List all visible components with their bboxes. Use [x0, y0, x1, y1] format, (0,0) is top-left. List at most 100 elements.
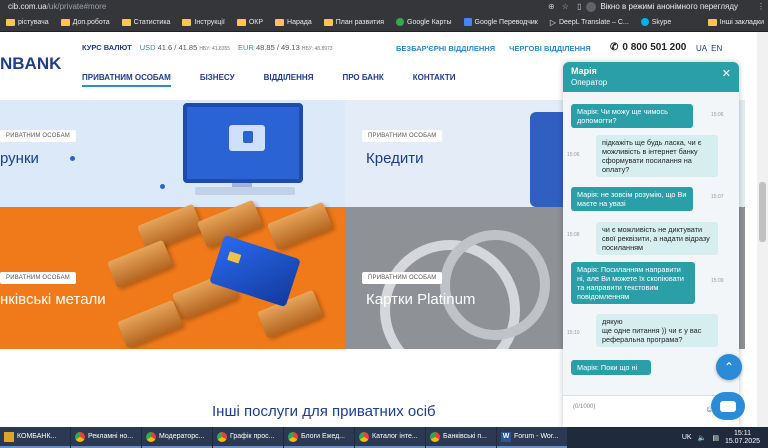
taskbar-item[interactable]: Блоги Ежед... [284, 427, 354, 448]
scroll-down-button[interactable]: ⌃ [716, 354, 742, 380]
other-bookmarks[interactable]: Інші закладки [702, 18, 768, 26]
bookmark-item[interactable]: Google Карты [390, 18, 457, 26]
bookmark-label: Google Переводчик [474, 18, 538, 26]
folder-icon [60, 18, 70, 26]
maps-icon [396, 18, 405, 26]
url-field[interactable]: cib.com.ua/uk/private#more [0, 2, 544, 11]
bookmark-label: DeepL Translate – С... [558, 18, 629, 26]
message-text: Марія: Чи можу ще чимось допомогти? [577, 107, 668, 125]
chat-widget: Марія Оператор ✕ Марія: Чи можу ще чимос… [563, 62, 739, 427]
other-bookmarks-label: Інші закладки [719, 18, 764, 26]
lang-en[interactable]: EN [711, 44, 722, 53]
close-icon[interactable]: ✕ [722, 67, 731, 80]
nav-business[interactable]: БІЗНЕСУ [200, 73, 235, 87]
bookmark-label: Доп.робота [72, 18, 110, 26]
scrollbar-thumb[interactable] [759, 182, 766, 242]
tile-title: нківські метали [0, 291, 106, 308]
eur-value: 48.85 / 49.13 [255, 43, 300, 52]
incognito-indicator[interactable]: Вікно в режимі анонімного перегляду [586, 1, 738, 12]
folder-icon [182, 18, 192, 26]
star-icon[interactable]: ☆ [558, 2, 572, 11]
browser-address-bar[interactable]: cib.com.ua/uk/private#more ⊕ ☆ ▯ Вікно в… [0, 0, 768, 13]
bookmark-item[interactable]: Статистика [116, 18, 177, 26]
sidebar-icon[interactable]: ▯ [572, 2, 586, 11]
tile-category-pill: ПРИВАТНИМ ОСОБАМ [362, 272, 443, 284]
taskbar-label: Рекламні но... [88, 433, 134, 440]
chat-message-user: дякую ще одне питання )) чи є у вас рефе… [596, 314, 718, 347]
lang-ua[interactable]: UA [696, 44, 707, 53]
taskbar-label: Блоги Ежед... [301, 433, 345, 440]
menu-icon[interactable]: ⋮ [754, 2, 768, 11]
bookmark-item[interactable]: Google Переводчик [458, 18, 544, 26]
network-icon[interactable]: ▤ [712, 434, 719, 442]
message-time: 15:10 [567, 330, 580, 336]
taskbar-label: Графік прос... [230, 433, 275, 440]
chat-message-operator: Марія: Поки що ні [571, 360, 651, 375]
bookmark-item[interactable]: рістувача [0, 18, 55, 26]
input-language[interactable]: UK [682, 434, 692, 441]
taskbar-item[interactable]: Модераторс... [142, 427, 212, 448]
duty-branches-link[interactable]: ЧЕРГОВІ ВІДДІЛЕННЯ [509, 44, 591, 53]
translate-icon [463, 18, 472, 26]
bookmark-item[interactable]: Інструкції [176, 18, 230, 26]
taskbar-label: КОМБАНК... [17, 433, 57, 440]
chat-message-user: підкажіть ще будь ласка, чи є можливість… [596, 135, 718, 177]
nav-contacts[interactable]: КОНТАКТИ [413, 73, 456, 87]
bookmark-label: Статистика [133, 18, 171, 26]
phone-number[interactable]: ✆ 0 800 501 200 [610, 42, 686, 53]
chrome-shape [440, 230, 550, 340]
bookmark-item[interactable]: План развития [318, 18, 390, 26]
nav-branches[interactable]: ВІДДІЛЕННЯ [264, 73, 314, 87]
message-time: 15:06 [567, 152, 580, 158]
taskbar-label: Forum - Wor... [514, 433, 559, 440]
bookmark-item[interactable]: Skype [635, 18, 677, 26]
logo-text: NBANK [0, 54, 62, 73]
message-time: 15:07 [711, 194, 724, 200]
top-links: БЕЗБАР'ЄРНІ ВІДДІЛЕННЯ ЧЕРГОВІ ВІДДІЛЕНН… [396, 44, 591, 53]
exchange-rates: КУРС ВАЛЮТ USD 41.6 / 41.85 НБУ: 41.8355… [82, 43, 333, 52]
chat-messages: Марія: Чи можу ще чимось допомогти? 15:0… [563, 92, 739, 395]
bookmark-label: Skype [651, 18, 672, 26]
barrier-free-branches-link[interactable]: БЕЗБАР'ЄРНІ ВІДДІЛЕННЯ [396, 44, 495, 53]
chat-header: Марія Оператор ✕ [563, 62, 739, 92]
chat-bubble-icon [720, 400, 736, 412]
decor-dot [160, 184, 165, 189]
incognito-icon [586, 1, 597, 12]
taskbar-label: Модераторс... [159, 433, 205, 440]
taskbar-item[interactable]: КОМБАНК... [0, 427, 70, 448]
taskbar-item[interactable]: Графік прос... [213, 427, 283, 448]
folder-icon [275, 18, 285, 26]
tile-category-pill: РИВАТНИМ ОСОБАМ [0, 130, 76, 142]
taskbar-item[interactable]: Каталог інте... [355, 427, 425, 448]
chat-toggle-button[interactable] [711, 392, 745, 420]
zoom-icon[interactable]: ⊕ [544, 2, 558, 11]
bank-logo[interactable]: NBANK [0, 54, 61, 74]
taskbar-item[interactable]: Банківські п... [426, 427, 496, 448]
phone-icon: ✆ [610, 42, 619, 53]
folder-icon [4, 431, 14, 442]
bookmark-item[interactable]: Доп.робота [55, 18, 116, 26]
computer-illustration [183, 103, 303, 183]
bookmark-item[interactable]: Нарада [269, 18, 318, 26]
tile-title: Кредити [366, 150, 424, 167]
chat-message-operator: Марія: не зовсім розумію, що Ви маєте на… [571, 187, 693, 211]
usd-value: 41.6 / 41.85 [157, 43, 198, 52]
taskbar-item[interactable]: W Forum - Wor... [497, 427, 567, 448]
message-time: 15:09 [711, 278, 724, 284]
clock[interactable]: 15:11 15.07.2025 [725, 430, 760, 446]
volume-icon[interactable]: 🔈 [698, 434, 707, 442]
chat-message-operator: Марія: Чи можу ще чимось допомогти? [571, 104, 693, 128]
message-time: 15:06 [711, 112, 724, 118]
nav-private[interactable]: ПРИВАТНИМ ОСОБАМ [82, 73, 171, 87]
chrome-icon [217, 431, 227, 442]
tile-title: рунки [0, 150, 39, 167]
usd-nbu: НБУ: 41.8355 [199, 46, 231, 52]
taskbar-item[interactable]: Рекламні но... [71, 427, 141, 448]
bookmark-item[interactable]: ▷ DeepL Translate – С... [544, 18, 635, 27]
nav-about[interactable]: ПРО БАНК [342, 73, 383, 87]
page-scrollbar[interactable] [757, 32, 768, 427]
chrome-icon [359, 431, 369, 442]
eur-nbu: НБУ: 48.8973 [301, 46, 333, 52]
chat-message-operator: Марія: Посиланням направити ні, але Ви м… [571, 262, 695, 304]
bookmark-item[interactable]: ОКР [231, 18, 269, 26]
